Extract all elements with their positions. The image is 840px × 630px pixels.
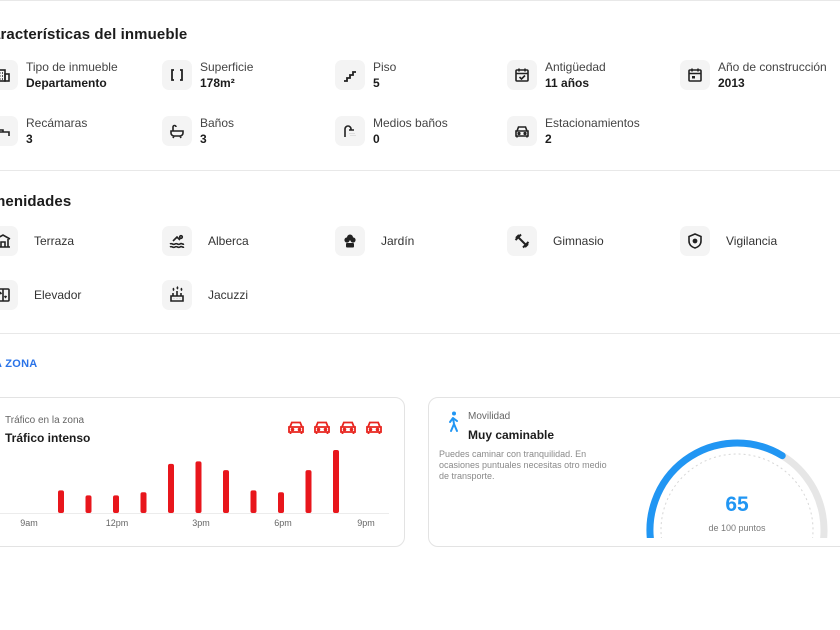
- mobility-description: Puedes caminar con tranquilidad. En ocas…: [439, 449, 607, 481]
- mobility-score-suffix: de 100 puntos: [708, 523, 766, 533]
- traffic-bar: [333, 450, 339, 513]
- mobility-score-gauge: [646, 439, 828, 538]
- garden-icon: [335, 226, 365, 256]
- jacuzzi-icon: [162, 280, 192, 310]
- pool-icon: [162, 226, 192, 256]
- traffic-bar: [140, 492, 147, 513]
- mobility-score: 65: [725, 493, 749, 516]
- traffic-bar-chart: 9am 12pm 3pm 6pm 9pm: [0, 450, 389, 528]
- stairs-icon: [335, 60, 365, 90]
- traffic-bar: [113, 495, 119, 513]
- traffic-bar: [58, 490, 64, 513]
- walking-person-icon: [449, 411, 458, 432]
- traffic-bar: [223, 470, 229, 513]
- traffic-bar: [305, 470, 312, 513]
- traffic-bar: [250, 490, 257, 513]
- shield-icon: [680, 226, 710, 256]
- shower-icon: [335, 116, 365, 146]
- x-tick-label: 9am: [20, 518, 38, 528]
- features-title: aracterísticas del inmueble: [0, 26, 188, 43]
- top-divider: [0, 0, 840, 1]
- amenities-title: menidades: [0, 193, 72, 210]
- gym-icon: [507, 226, 537, 256]
- bathtub-icon: [162, 116, 192, 146]
- traffic-bar: [168, 463, 174, 513]
- mobility-label: Movilidad: [468, 411, 511, 422]
- calendar-check-icon: [507, 60, 537, 90]
- traffic-card: Tráfico en la zona Tráfico intenso 9am 12…: [0, 397, 405, 547]
- x-tick-label: 9pm: [357, 518, 375, 528]
- traffic-bar: [195, 461, 202, 513]
- building-icon: [0, 60, 18, 90]
- area-brackets-icon: [162, 60, 192, 90]
- car-icon: [507, 116, 537, 146]
- zone-divider: [0, 333, 840, 334]
- traffic-bar: [278, 492, 284, 513]
- elevator-icon: [0, 280, 18, 310]
- mobility-card: Movilidad Muy caminable Puedes caminar c…: [428, 397, 840, 547]
- calendar-icon: [680, 60, 710, 90]
- x-tick-label: 6pm: [274, 518, 292, 528]
- zone-section-title: A ZONA: [0, 358, 38, 370]
- bed-icon: [0, 116, 18, 146]
- amenities-divider: [0, 170, 840, 171]
- x-tick-label: 3pm: [192, 518, 210, 528]
- traffic-bar: [85, 495, 92, 513]
- x-tick-label: 12pm: [106, 518, 129, 528]
- terrace-icon: [0, 226, 18, 256]
- mobility-value: Muy caminable: [468, 428, 555, 442]
